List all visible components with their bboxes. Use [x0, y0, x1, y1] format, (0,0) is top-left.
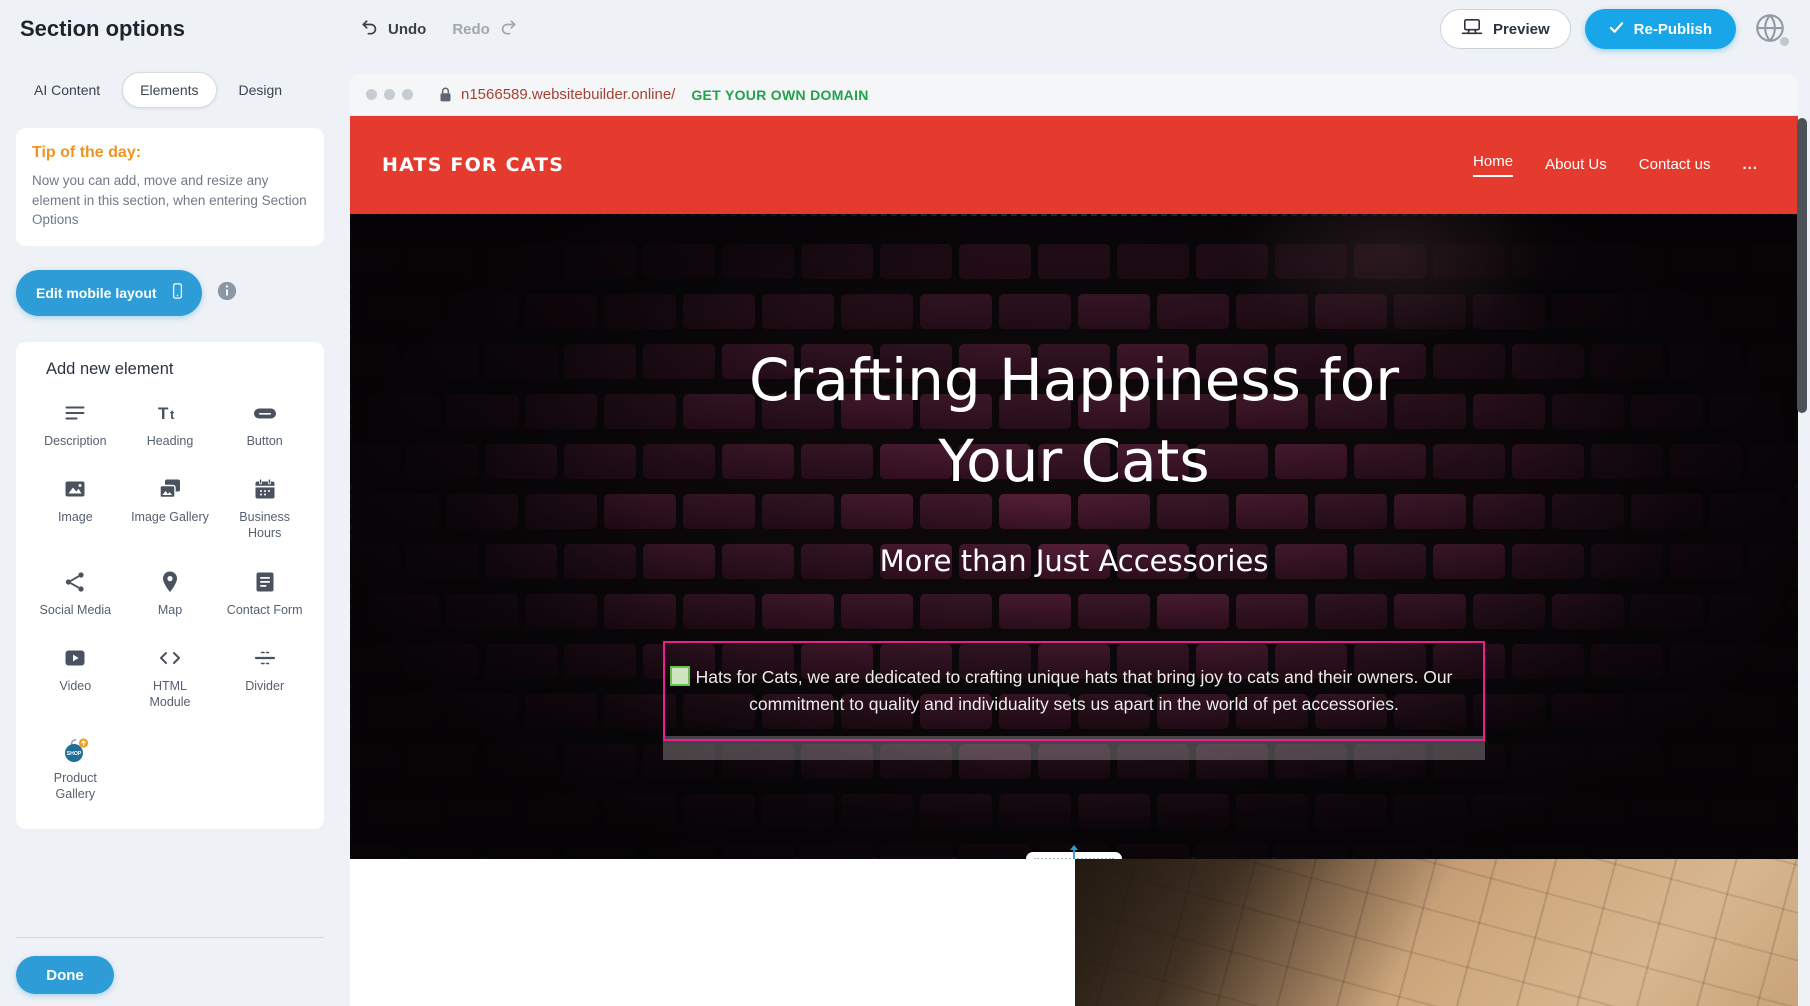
site-preview-window: n1566589.websitebuilder.online/ GET YOUR… — [350, 74, 1798, 1006]
add-element-image-gallery[interactable]: Image Gallery — [123, 475, 218, 541]
nav-home[interactable]: Home — [1473, 153, 1513, 177]
tab-ai-content[interactable]: AI Content — [16, 72, 118, 108]
social-media-icon — [63, 568, 87, 596]
add-element-html-module[interactable]: HTML Module — [123, 644, 218, 710]
redo-icon — [498, 17, 518, 41]
mobile-info-button[interactable] — [216, 280, 238, 305]
add-element-title: Add new element — [28, 360, 312, 379]
nav-contact-us[interactable]: Contact us — [1639, 156, 1711, 175]
sidebar-tabs: AI Content Elements Design — [16, 72, 324, 108]
shop-badge-text: SHOP — [66, 751, 81, 757]
hero-subheading[interactable]: More than Just Accessories — [350, 544, 1798, 578]
preview-monitor-icon — [1461, 18, 1483, 40]
heading-icon: Tt — [157, 399, 183, 427]
sidebar-spacer — [16, 829, 324, 937]
republish-label: Re-Publish — [1634, 21, 1712, 38]
republish-button[interactable]: Re-Publish — [1585, 9, 1736, 49]
get-domain-link[interactable]: GET YOUR OWN DOMAIN — [691, 87, 868, 103]
tab-design[interactable]: Design — [221, 72, 301, 108]
hero-vignette — [350, 214, 1798, 859]
add-element-map[interactable]: Map — [123, 568, 218, 619]
topbar: Section options Undo Redo Preview Re-Pub… — [0, 0, 1810, 58]
hero-heading[interactable]: Crafting Happiness for Your Cats — [350, 340, 1798, 502]
add-element-business-hours[interactable]: Business Hours — [217, 475, 312, 541]
next-site-section[interactable] — [350, 859, 1798, 1006]
window-dot-2 — [384, 89, 395, 100]
add-new-element-card: Add new element Description Tt Heading B… — [16, 342, 324, 829]
svg-text:t: t — [170, 407, 175, 422]
browser-address-bar: n1566589.websitebuilder.online/ GET YOUR… — [350, 74, 1798, 116]
nav-more[interactable]: ... — [1742, 156, 1758, 175]
next-section-empty-area — [350, 859, 1075, 1006]
canvas-scrollbar[interactable] — [1797, 118, 1807, 413]
tip-body: Now you can add, move and resize any ele… — [32, 171, 308, 230]
site-header[interactable]: HATS FOR CATS Home About Us Contact us .… — [350, 116, 1798, 214]
lock-icon — [438, 86, 453, 103]
video-icon — [62, 644, 88, 672]
tip-title: Tip of the day: — [32, 144, 308, 162]
add-element-product-gallery[interactable]: SHOP Product Gallery — [28, 736, 123, 802]
element-drag-handle[interactable] — [670, 666, 690, 686]
pavement-photo — [1075, 859, 1798, 1006]
window-dot-3 — [402, 89, 413, 100]
window-dot-1 — [366, 89, 377, 100]
site-logo[interactable]: HATS FOR CATS — [382, 154, 564, 176]
info-icon — [216, 290, 238, 305]
section-options-sidebar: AI Content Elements Design Tip of the da… — [0, 58, 340, 1006]
add-element-social-media[interactable]: Social Media — [28, 568, 123, 619]
site-nav: Home About Us Contact us ... — [1473, 153, 1758, 177]
redo-label: Redo — [452, 21, 490, 38]
business-hours-icon — [252, 475, 278, 503]
image-gallery-icon — [157, 475, 183, 503]
history-controls: Undo Redo — [360, 17, 518, 41]
preview-label: Preview — [1493, 21, 1550, 38]
undo-button[interactable]: Undo — [360, 17, 426, 41]
hero-paragraph: Hats for Cats, we are dedicated to craft… — [675, 664, 1473, 718]
language-globe-button[interactable] — [1750, 9, 1790, 49]
check-icon — [1609, 21, 1624, 38]
section-resize-handle[interactable] — [1026, 846, 1122, 859]
preview-button[interactable]: Preview — [1440, 9, 1571, 49]
site-canvas: HATS FOR CATS Home About Us Contact us .… — [350, 116, 1798, 1006]
element-grid: Description Tt Heading Button Image Imag… — [28, 399, 312, 803]
add-element-image[interactable]: Image — [28, 475, 123, 541]
undo-label: Undo — [388, 21, 426, 38]
svg-text:T: T — [158, 404, 169, 423]
contact-form-icon — [253, 568, 277, 596]
map-icon — [158, 568, 182, 596]
mobile-layout-row: Edit mobile layout — [16, 270, 324, 316]
tip-of-the-day-card: Tip of the day: Now you can add, move an… — [16, 128, 324, 246]
add-element-video[interactable]: Video — [28, 644, 123, 710]
edit-mobile-label: Edit mobile layout — [36, 285, 157, 301]
description-icon — [63, 399, 87, 427]
resize-arrows-icon — [1066, 844, 1082, 859]
image-icon — [62, 475, 88, 503]
site-url: n1566589.websitebuilder.online/ — [461, 86, 675, 103]
undo-icon — [360, 17, 380, 41]
tab-elements[interactable]: Elements — [122, 72, 216, 108]
nav-about-us[interactable]: About Us — [1545, 156, 1607, 175]
hero-section-selected[interactable]: Crafting Happiness for Your Cats More th… — [350, 214, 1798, 859]
redo-button[interactable]: Redo — [452, 17, 518, 41]
add-element-description[interactable]: Description — [28, 399, 123, 450]
button-icon — [252, 399, 278, 427]
edit-mobile-layout-button[interactable]: Edit mobile layout — [16, 270, 202, 316]
phone-icon — [169, 279, 186, 306]
html-module-icon — [157, 644, 183, 672]
divider-icon — [252, 644, 278, 672]
topbar-actions: Preview Re-Publish — [1440, 9, 1790, 49]
product-gallery-icon: SHOP — [62, 736, 89, 764]
add-element-divider[interactable]: Divider — [217, 644, 312, 710]
add-element-heading[interactable]: Tt Heading — [123, 399, 218, 450]
selected-text-element[interactable]: Hats for Cats, we are dedicated to craft… — [663, 641, 1485, 741]
globe-badge-dot — [1780, 37, 1789, 46]
sidebar-divider — [16, 937, 324, 938]
add-element-button[interactable]: Button — [217, 399, 312, 450]
page-title: Section options — [20, 16, 185, 42]
done-button[interactable]: Done — [16, 956, 114, 994]
add-element-contact-form[interactable]: Contact Form — [217, 568, 312, 619]
